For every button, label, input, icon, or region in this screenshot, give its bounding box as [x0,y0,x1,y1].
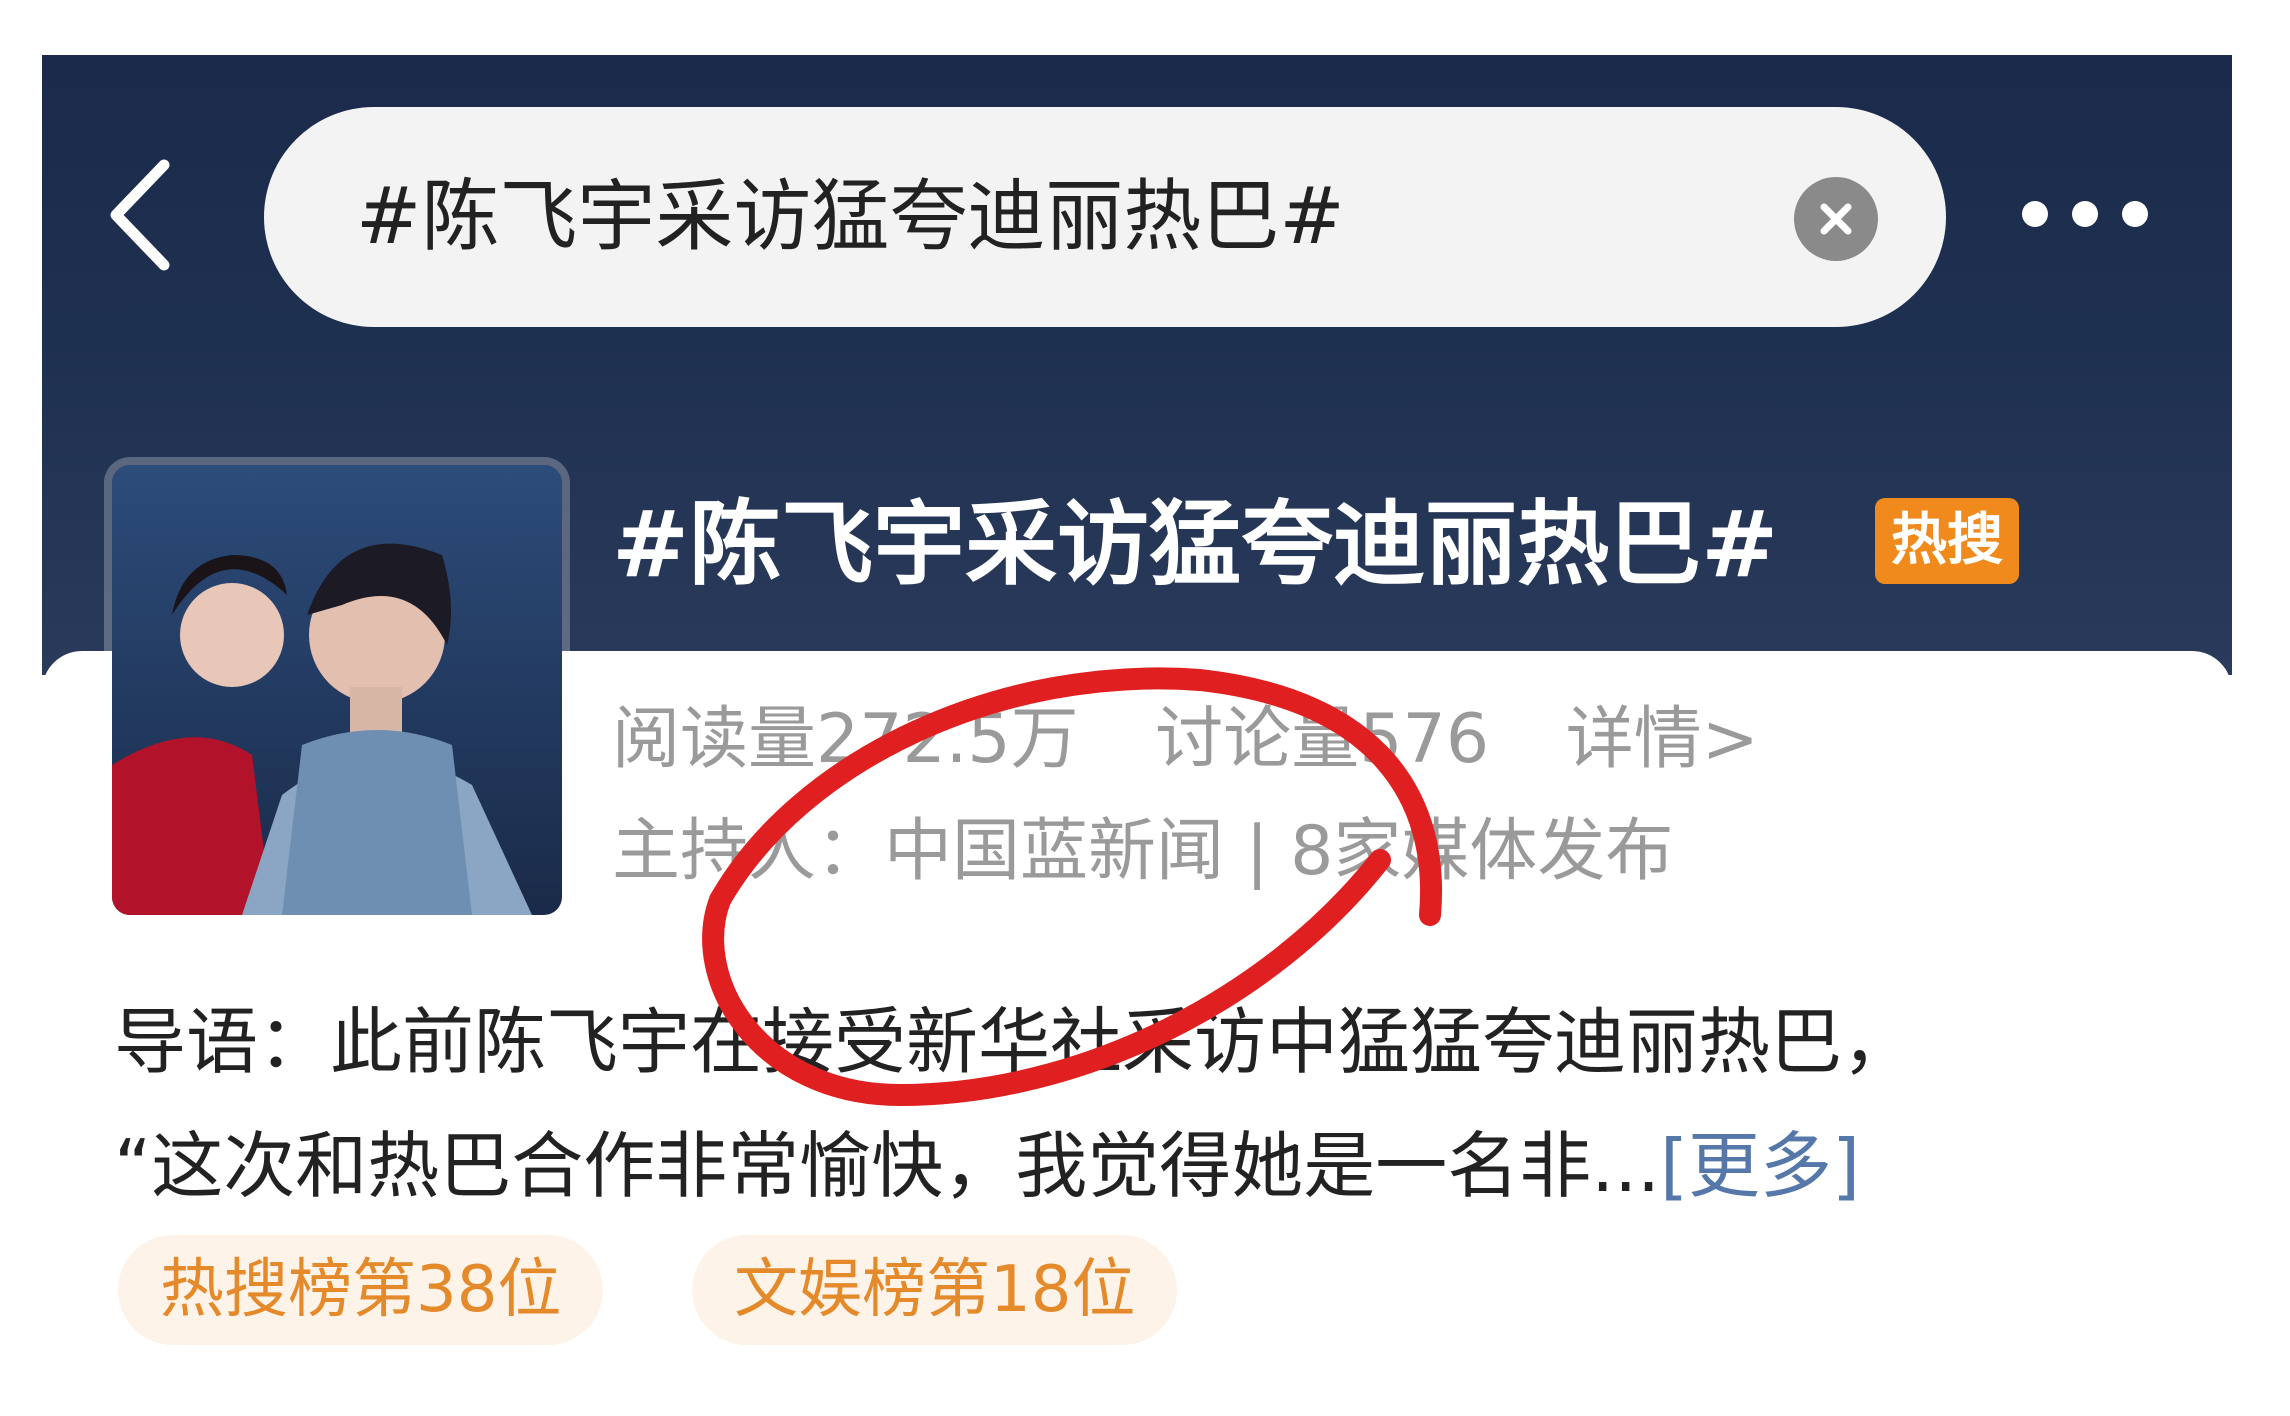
rank-tag-hot-search[interactable]: 热搜榜第38位 [118,1235,604,1345]
hot-search-badge: 热搜 [1875,498,2019,584]
intro-line-1: 导语：此前陈飞宇在接受新华社采访中猛猛夸迪丽热巴， [114,1000,1915,1084]
search-query-text: #陈飞宇采访猛夸迪丽热巴# [356,172,1345,262]
topic-stats: 阅读量272.5万 讨论量576 详情> [612,695,1814,785]
rank-tag-entertainment[interactable]: 文娱榜第18位 [692,1235,1178,1345]
details-link[interactable]: 详情> [1566,700,1759,779]
read-count: 阅读量272.5万 [612,700,1079,779]
topic-cover-image[interactable] [104,457,570,923]
intro-line-2: “这次和热巴合作非常愉快，我觉得她是一名非... [114,1124,1660,1208]
more-dots-icon[interactable] [2022,195,2152,235]
topic-intro: 导语：此前陈飞宇在接受新华社采访中猛猛夸迪丽热巴， “这次和热巴合作非常愉快，我… [114,980,2174,1228]
topic-host: 主持人：中国蓝新闻 | 8家媒体发布 [612,812,1674,891]
search-input[interactable]: #陈飞宇采访猛夸迪丽热巴# [264,107,1946,327]
chevron-left-icon[interactable] [102,155,182,275]
discussion-count: 讨论量576 [1155,700,1490,779]
topic-title: #陈飞宇采访猛夸迪丽热巴# [612,491,1779,598]
intro-more-link[interactable]: [更多] [1660,1124,1860,1208]
close-circle-icon[interactable] [1794,177,1878,261]
intro-line-2-wrapper: “这次和热巴合作非常愉快，我觉得她是一名非...[更多] [114,1104,2174,1228]
topic-page: #陈飞宇采访猛夸迪丽热巴# #陈飞宇采访猛夸迪丽热巴# 热搜 阅读量272.5万… [42,55,2232,1416]
